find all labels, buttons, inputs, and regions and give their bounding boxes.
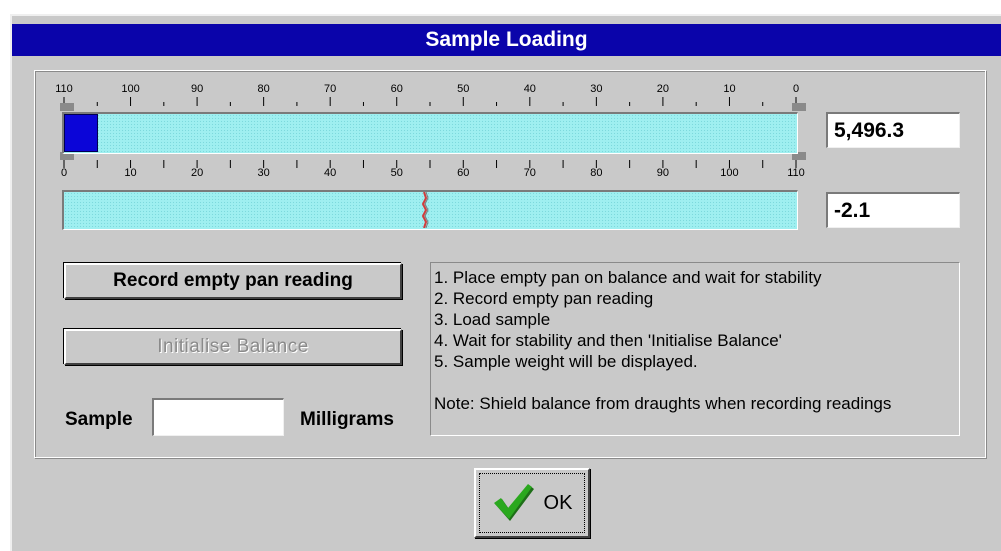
- tick-label: 110: [55, 83, 73, 95]
- tick-label: 50: [457, 83, 469, 95]
- tick-label: 20: [191, 167, 203, 179]
- instructions-panel: 1. Place empty pan on balance and wait f…: [430, 262, 960, 436]
- load-bar: [62, 112, 798, 154]
- tick-label: 30: [258, 167, 270, 179]
- ok-label: OK: [543, 491, 573, 514]
- tick-label: 80: [258, 83, 270, 95]
- tick-label: 10: [723, 83, 735, 95]
- tick-label: 0: [61, 167, 67, 179]
- sample-label: Sample: [65, 409, 133, 430]
- checkmark-icon: [493, 484, 534, 521]
- instruction-step: 3. Load sample: [434, 310, 551, 329]
- stability-needle: [421, 192, 429, 228]
- top-scale: 110 100 90 80 70 60 50 40 30 20 10 0: [55, 83, 806, 111]
- units-label: Milligrams: [300, 409, 394, 430]
- scale-end-handle: [792, 103, 806, 111]
- instruction-note: Note: Shield balance from draughts when …: [434, 394, 892, 413]
- bottom-scale: 0 10 20 30 40 50 60 70 80 90 100 110: [60, 152, 806, 179]
- instruction-step: 5. Sample weight will be displayed.: [434, 352, 698, 371]
- load-indicator: [64, 114, 98, 152]
- tick-label: 60: [391, 83, 403, 95]
- tick-label: 90: [657, 167, 669, 179]
- scale-end-handle: [60, 103, 74, 111]
- tick-label: 30: [590, 83, 602, 95]
- tick-label: 100: [121, 83, 139, 95]
- instruction-step: 4. Wait for stability and then 'Initiali…: [434, 331, 782, 350]
- stability-value: -2.1: [826, 192, 960, 228]
- tick-label: 80: [590, 167, 602, 179]
- tick-label: 90: [191, 83, 203, 95]
- tick-label: 0: [793, 83, 799, 95]
- instruction-step: 1. Place empty pan on balance and wait f…: [434, 268, 822, 287]
- tick-label: 20: [657, 83, 669, 95]
- tick-label: 70: [324, 83, 336, 95]
- instruction-step: 2. Record empty pan reading: [434, 289, 654, 308]
- tick-label: 100: [720, 167, 738, 179]
- tick-label: 10: [124, 167, 136, 179]
- tick-label: 40: [324, 167, 336, 179]
- tick-label: 70: [524, 167, 536, 179]
- tick-label: 110: [787, 167, 805, 179]
- tick-label: 40: [524, 83, 536, 95]
- tick-label: 60: [457, 167, 469, 179]
- ok-button[interactable]: OK: [474, 468, 590, 538]
- load-value: 5,496.3: [826, 112, 960, 148]
- initialise-balance-button[interactable]: Initialise Balance: [64, 329, 402, 365]
- tick-label: 50: [391, 167, 403, 179]
- record-empty-pan-button[interactable]: Record empty pan reading: [64, 263, 402, 299]
- sample-input[interactable]: [152, 398, 284, 436]
